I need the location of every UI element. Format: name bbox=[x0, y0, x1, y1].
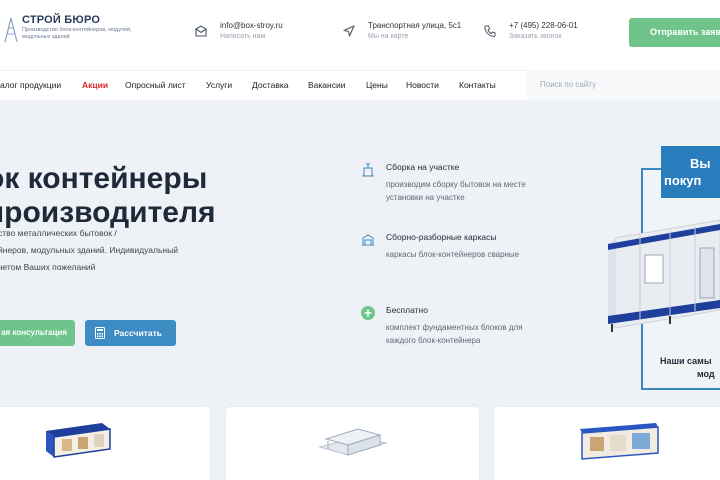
nav-item-prices[interactable]: Цены bbox=[366, 80, 388, 90]
calculate-button[interactable]: Рассчитать bbox=[85, 320, 176, 346]
promo-head-line-2: покуп bbox=[664, 173, 702, 188]
email-caption[interactable]: Написать нам bbox=[220, 31, 283, 43]
logo[interactable]: СТРОЙ БЮРО Производство блок-контейнеров… bbox=[2, 14, 132, 44]
nav-item-promotions[interactable]: Акции bbox=[82, 80, 108, 90]
frame-icon bbox=[362, 234, 374, 246]
site-header: СТРОЙ БЮРО Производство блок-контейнеров… bbox=[0, 0, 720, 66]
send-request-button[interactable]: Отправить заявку bbox=[629, 18, 720, 47]
hero-desc-line-1: ство металлических бытовок / bbox=[0, 228, 117, 238]
hero-desc-line-2: йнеров, модульных зданий. Индивидуальный bbox=[0, 245, 178, 255]
contact-phone[interactable]: +7 (495) 228-06-01 Заказать звонок bbox=[483, 20, 578, 43]
promo-caption-line-1: Наши самы bbox=[660, 356, 712, 366]
nav-item-catalog[interactable]: алог продукции bbox=[0, 80, 61, 90]
hero-description: ство металлических бытовок / йнеров, мод… bbox=[0, 225, 178, 276]
nav-item-contacts[interactable]: Контакты bbox=[459, 80, 496, 90]
email-link[interactable]: info@box-stroy.ru bbox=[220, 20, 283, 31]
nav-item-vacancies[interactable]: Вакансии bbox=[308, 80, 345, 90]
address-text: Транспортная улица, 5с1 bbox=[368, 21, 462, 30]
promo-heading: Вы покуп bbox=[661, 146, 720, 198]
search-placeholder: Поиск по сайту bbox=[540, 80, 597, 89]
phone-number[interactable]: +7 (495) 228-06-01 bbox=[509, 20, 578, 31]
callback-link[interactable]: Заказать звонок bbox=[509, 31, 578, 43]
feature-desc: производим сборку бытовок на месте устан… bbox=[386, 180, 526, 202]
nav-item-news[interactable]: Новости bbox=[406, 80, 439, 90]
hero-desc-line-3: четом Ваших пожеланий bbox=[0, 262, 96, 272]
product-card[interactable] bbox=[494, 407, 720, 480]
product-image bbox=[580, 423, 659, 460]
container-image bbox=[608, 219, 720, 332]
contact-address[interactable]: Транспортная улица, 5с1 Мы на карте bbox=[342, 20, 461, 43]
calculate-label: Рассчитать bbox=[114, 328, 162, 338]
calculator-icon bbox=[95, 327, 105, 339]
location-arrow-icon bbox=[343, 25, 355, 37]
hero-title: ок контейнеры производителя bbox=[0, 162, 216, 230]
feature-title: Сборка на участке bbox=[386, 162, 460, 172]
logo-title: СТРОЙ БЮРО bbox=[22, 14, 101, 26]
plus-circle-icon bbox=[361, 306, 375, 320]
product-image bbox=[318, 428, 388, 456]
feature-desc: каркасы блок-контейнеров сварные bbox=[386, 250, 520, 259]
product-card[interactable] bbox=[0, 407, 210, 480]
free-consultation-button[interactable]: ая консультация bbox=[0, 320, 75, 346]
promo-caption: Наши самы мод bbox=[660, 355, 715, 381]
phone-icon bbox=[484, 25, 496, 38]
nav-item-services[interactable]: Услуги bbox=[206, 80, 232, 90]
nav-item-questionnaire[interactable]: Опросный лист bbox=[125, 80, 186, 90]
feature-title: Сборно-разборные каркасы bbox=[386, 232, 497, 242]
hero-title-line-1: ок контейнеры bbox=[0, 162, 208, 195]
product-card[interactable] bbox=[226, 407, 479, 480]
search-input[interactable]: Поиск по сайту bbox=[527, 70, 720, 100]
feature-title: Бесплатно bbox=[386, 305, 428, 315]
map-link[interactable]: Мы на карте bbox=[368, 31, 461, 43]
feature-desc: комплект фундаментных блоков для каждого… bbox=[386, 323, 523, 345]
logo-icon bbox=[2, 14, 20, 44]
product-image bbox=[46, 423, 111, 458]
envelope-icon bbox=[195, 25, 207, 37]
promo-caption-line-2: мод bbox=[697, 369, 715, 379]
logo-subtitle: Производство блок-контейнеров, модулей, … bbox=[22, 27, 132, 40]
contact-email[interactable]: info@box-stroy.ru Написать нам bbox=[194, 20, 283, 43]
crane-icon bbox=[362, 163, 374, 177]
nav-item-delivery[interactable]: Доставка bbox=[252, 80, 289, 90]
promo-head-line-1: Вы bbox=[690, 156, 711, 171]
